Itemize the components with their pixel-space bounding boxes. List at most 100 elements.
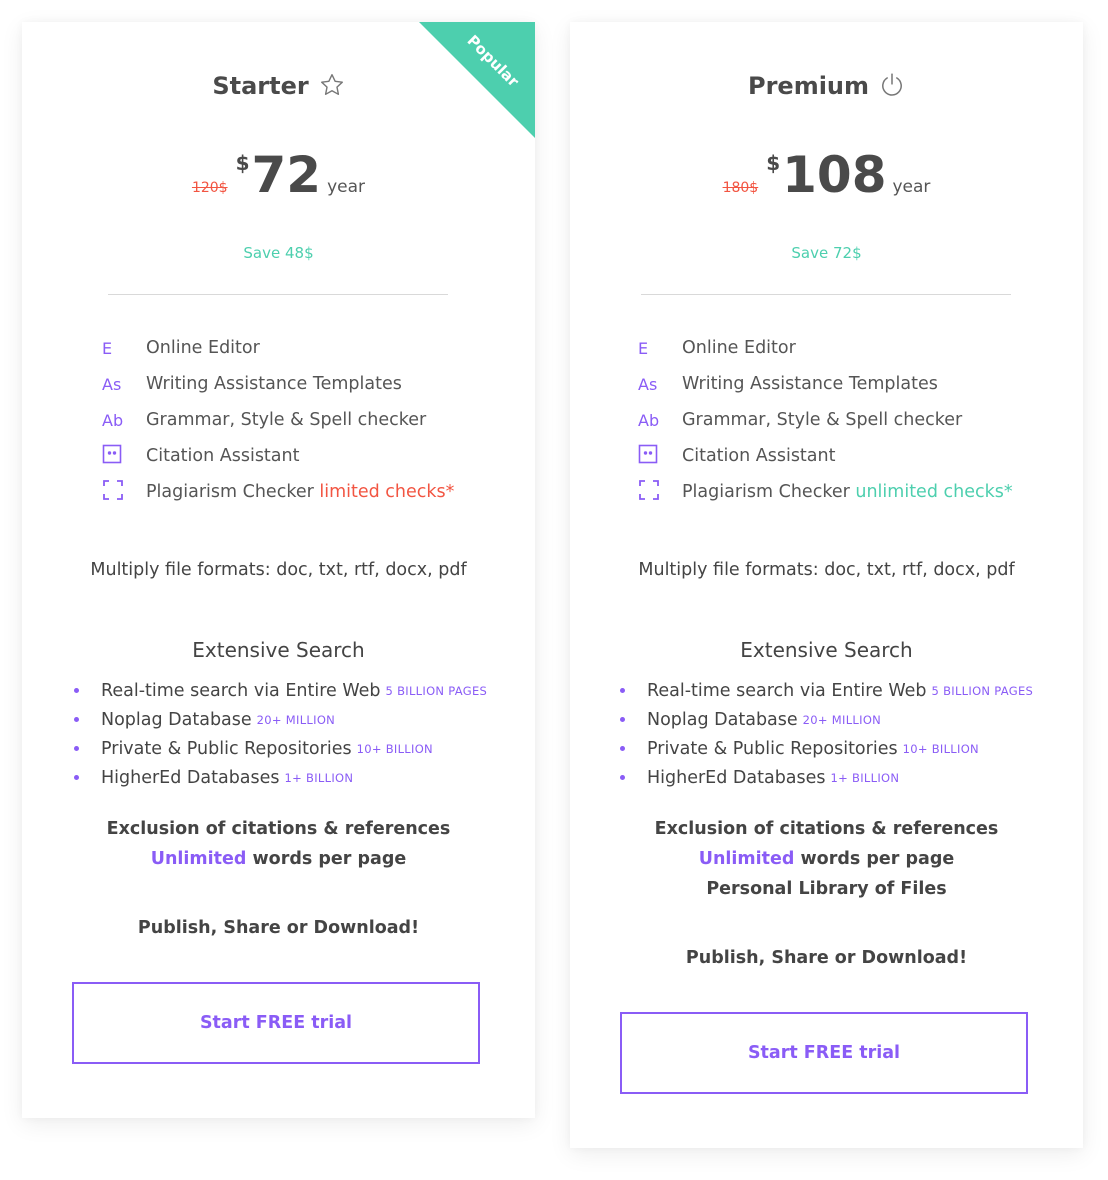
citation-icon	[638, 444, 682, 468]
price-amount: 72	[251, 146, 322, 204]
plan-card-starter: Popular Starter 120$$72 year Save 48$ E On…	[22, 22, 535, 1118]
bullet-icon	[74, 746, 79, 751]
feature-item: E Online Editor	[102, 330, 454, 366]
search-section-title: Extensive Search	[192, 638, 365, 662]
words-text: words per page	[794, 849, 955, 869]
feature-label: Online Editor	[146, 338, 260, 358]
feature-item: Plagiarism Checker limited checks*	[102, 474, 454, 510]
search-item-label: HigherEd Databases	[647, 767, 826, 788]
feature-label: Citation Assistant	[682, 446, 836, 466]
feature-item: As Writing Assistance Templates	[638, 366, 1013, 402]
search-item-tag: 10+ BILLION	[902, 741, 979, 756]
divider	[108, 294, 448, 295]
currency-symbol: $	[235, 151, 250, 175]
feature-label: Writing Assistance Templates	[146, 374, 402, 394]
grammar-icon: Ab	[102, 410, 124, 430]
feature-label: Online Editor	[682, 338, 796, 358]
search-item: Private & Public Repositories 10+ BILLION	[72, 734, 487, 763]
search-item: Real-time search via Entire Web 5 BILLION…	[72, 676, 487, 705]
start-free-trial-button[interactable]: Start FREE trial	[620, 1012, 1028, 1094]
feature-list: E Online Editor As Writing Assistance Temp…	[102, 330, 454, 510]
search-item-label: Real-time search via Entire Web	[647, 680, 927, 701]
unlimited-highlight: Unlimited	[698, 849, 795, 869]
search-item-tag: 1+ BILLION	[284, 770, 354, 785]
templates-icon: As	[638, 374, 658, 394]
exclusion-text: Exclusion of citations & references	[106, 819, 451, 839]
extras: Exclusion of citations & references Unli…	[570, 814, 1083, 904]
file-formats: Multiply file formats: doc, txt, rtf, do…	[638, 560, 1015, 580]
words-per-page: Unlimited words per page	[570, 844, 1083, 874]
editor-icon: E	[638, 338, 649, 358]
feature-label: Grammar, Style & Spell checker	[146, 410, 427, 430]
plagiarism-icon	[638, 479, 682, 505]
feature-item: As Writing Assistance Templates	[102, 366, 454, 402]
search-item: Noplag Database 20+ MILLION	[72, 705, 487, 734]
search-item-label: Private & Public Repositories	[101, 738, 352, 759]
search-item-label: Noplag Database	[101, 709, 252, 730]
search-item-tag: 10+ BILLION	[356, 741, 433, 756]
plan-name: Premium	[747, 72, 870, 100]
price-period: year	[327, 177, 366, 197]
old-price: 120$	[191, 180, 228, 196]
editor-icon: E	[102, 338, 113, 358]
feature-label: Grammar, Style & Spell checker	[682, 410, 963, 430]
bullet-icon	[620, 746, 625, 751]
divider	[641, 294, 1011, 295]
search-item-tag: 5 BILLION PAGES	[385, 683, 488, 698]
bullet-icon	[620, 717, 625, 722]
start-free-trial-button[interactable]: Start FREE trial	[72, 982, 480, 1064]
bullet-icon	[620, 775, 625, 780]
search-item: Noplag Database 20+ MILLION	[618, 705, 1033, 734]
star-icon	[320, 74, 343, 96]
feature-label: Plagiarism Checker	[146, 482, 314, 502]
file-formats: Multiply file formats: doc, txt, rtf, do…	[90, 560, 467, 580]
search-item: Real-time search via Entire Web 5 BILLION…	[618, 676, 1033, 705]
publish-text: Publish, Share or Download!	[137, 918, 420, 938]
bullet-icon	[74, 688, 79, 693]
unlimited-highlight: Unlimited	[150, 849, 247, 869]
extras: Exclusion of citations & references Unli…	[22, 814, 535, 874]
search-item-label: Noplag Database	[647, 709, 798, 730]
feature-label: Citation Assistant	[146, 446, 300, 466]
search-item-tag: 20+ MILLION	[256, 712, 336, 727]
feature-label: Plagiarism Checker	[682, 482, 850, 502]
limited-checks-note: limited checks*	[319, 482, 455, 502]
price-amount: 108	[782, 146, 887, 204]
words-per-page: Unlimited words per page	[22, 844, 535, 874]
publish-text: Publish, Share or Download!	[685, 948, 968, 968]
plan-title: Premium	[570, 72, 1083, 100]
search-item-label: HigherEd Databases	[101, 767, 280, 788]
words-text: words per page	[246, 849, 407, 869]
grammar-icon: Ab	[638, 410, 660, 430]
bullet-icon	[620, 688, 625, 693]
plan-card-premium: Premium 180$ $108 year Save 72$ E Online Ed…	[570, 22, 1083, 1148]
feature-item: Citation Assistant	[638, 438, 1013, 474]
templates-icon: As	[102, 374, 122, 394]
exclusion-text: Exclusion of citations & references	[654, 819, 999, 839]
feature-item: Citation Assistant	[102, 438, 454, 474]
price: 120$$72 year	[22, 150, 535, 200]
citation-icon	[102, 444, 146, 468]
personal-library-text: Personal Library of Files	[706, 879, 947, 899]
feature-item: Ab Grammar, Style & Spell checker	[102, 402, 454, 438]
savings-text: Save 48$	[243, 244, 314, 262]
bullet-icon	[74, 717, 79, 722]
feature-item: Plagiarism Checker unlimited checks*	[638, 474, 1013, 510]
search-item-tag: 1+ BILLION	[830, 770, 900, 785]
price-period: year	[892, 177, 931, 197]
search-item: Private & Public Repositories 10+ BILLION	[618, 734, 1033, 763]
currency-symbol: $	[766, 151, 781, 175]
feature-list: E Online Editor As Writing Assistance Temp…	[638, 330, 1013, 510]
savings-text: Save 72$	[791, 244, 862, 262]
old-price: 180$	[722, 180, 759, 196]
feature-label: Writing Assistance Templates	[682, 374, 938, 394]
search-item-tag: 20+ MILLION	[802, 712, 882, 727]
search-item-tag: 5 BILLION PAGES	[931, 683, 1034, 698]
unlimited-checks-note: unlimited checks*	[855, 482, 1013, 502]
feature-item: Ab Grammar, Style & Spell checker	[638, 402, 1013, 438]
power-icon	[882, 73, 902, 96]
price: 180$$108 year	[570, 150, 1083, 200]
search-item: HigherEd Databases 1+ BILLION	[72, 763, 487, 792]
search-item-label: Real-time search via Entire Web	[101, 680, 381, 701]
plan-title: Starter	[22, 72, 535, 100]
